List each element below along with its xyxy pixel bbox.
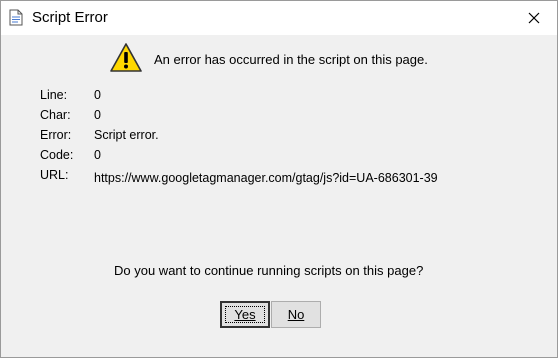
detail-value: Script error.: [94, 128, 159, 142]
detail-value: 0: [94, 108, 101, 122]
detail-value: https://www.googletagmanager.com/gtag/js…: [94, 171, 438, 185]
title-bar: Script Error: [1, 1, 557, 35]
continue-question: Do you want to continue running scripts …: [114, 263, 424, 278]
no-button[interactable]: No: [271, 301, 321, 328]
yes-button[interactable]: Yes: [220, 301, 270, 328]
error-message: An error has occurred in the script on t…: [154, 52, 428, 67]
no-button-label: No: [287, 307, 305, 322]
warning-icon: [110, 43, 142, 72]
document-icon: [9, 9, 23, 26]
close-icon: [528, 12, 540, 24]
close-button[interactable]: [511, 1, 557, 35]
yes-button-label: Yes: [234, 307, 256, 322]
detail-label: Code:: [40, 148, 74, 162]
detail-value: 0: [94, 148, 101, 162]
detail-label: Line:: [40, 88, 68, 102]
detail-label: Char:: [40, 108, 71, 122]
dialog-title: Script Error: [32, 9, 108, 26]
detail-value: 0: [94, 88, 101, 102]
script-error-dialog: Script Error An error has occurred in th…: [0, 0, 558, 358]
detail-label: Error:: [40, 128, 72, 142]
detail-label: URL:: [40, 168, 69, 182]
